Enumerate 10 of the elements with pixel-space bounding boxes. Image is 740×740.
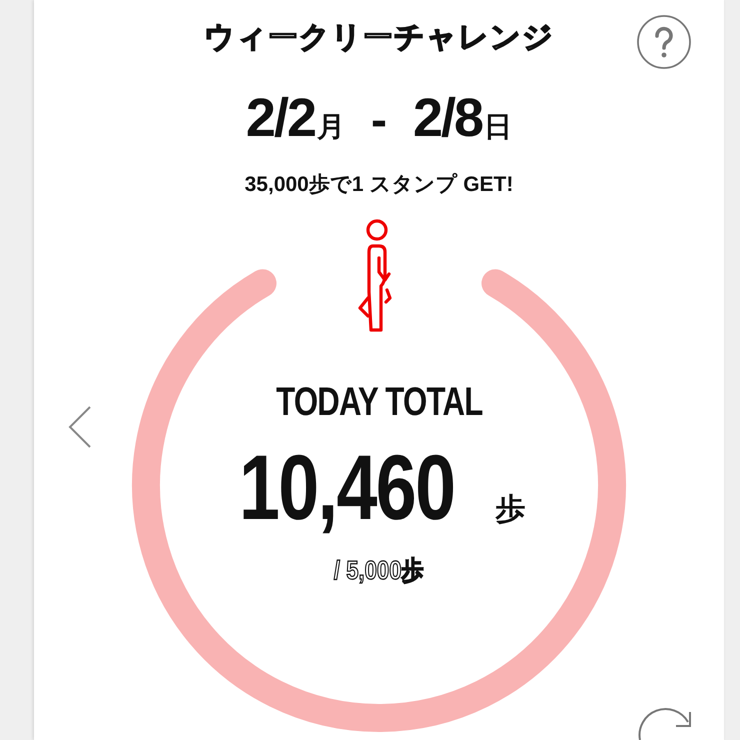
step-count: 10,460 bbox=[239, 440, 455, 536]
previous-arrow-icon[interactable] bbox=[68, 405, 92, 449]
refresh-icon[interactable] bbox=[636, 708, 694, 740]
step-unit: 歩 bbox=[496, 492, 526, 528]
challenge-title: ウィークリーチャレンジ bbox=[204, 20, 554, 56]
goal-text: 35,000歩で1 スタンプ GET! bbox=[244, 172, 514, 198]
today-total-label: TODAY TOTAL bbox=[276, 379, 482, 426]
date-range: 2/2月 - 2/8日 bbox=[246, 88, 512, 148]
daily-target: / 5,000歩 bbox=[334, 555, 424, 585]
help-icon[interactable] bbox=[636, 14, 692, 70]
